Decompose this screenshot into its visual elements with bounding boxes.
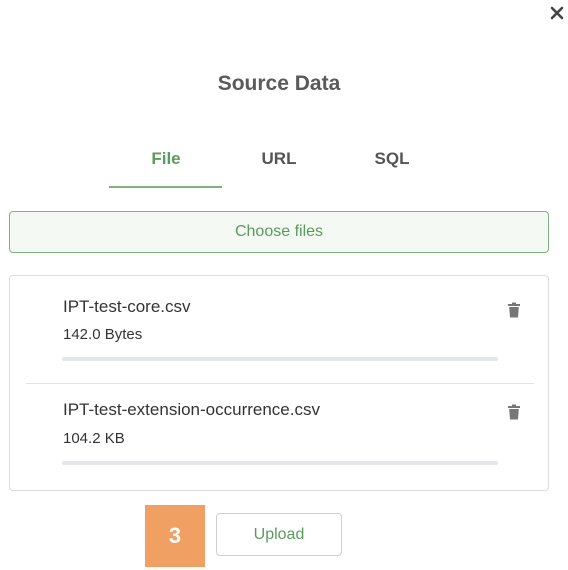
file-size: 104.2 KB <box>63 430 125 447</box>
trash-icon <box>508 302 520 318</box>
file-item: IPT-test-core.csv 142.0 Bytes <box>10 276 548 383</box>
source-tabs: File URL SQL <box>0 140 568 192</box>
file-name: IPT-test-core.csv <box>63 297 191 316</box>
trash-icon <box>508 404 520 420</box>
step-badge: 3 <box>145 505 205 567</box>
tab-sql[interactable]: SQL <box>336 140 448 190</box>
close-icon <box>550 6 564 20</box>
choose-files-button[interactable]: Choose files <box>9 211 549 253</box>
file-list: IPT-test-core.csv 142.0 Bytes IPT-test-e… <box>9 275 549 491</box>
source-data-dialog: Source Data File URL SQL Choose files IP… <box>0 0 568 570</box>
file-name: IPT-test-extension-occurrence.csv <box>63 400 320 419</box>
dialog-title: Source Data <box>217 72 341 95</box>
upload-progress-bar <box>62 461 498 465</box>
upload-progress-bar <box>62 357 498 361</box>
close-button[interactable] <box>548 4 566 22</box>
tab-file[interactable]: File <box>110 140 222 190</box>
active-tab-indicator <box>109 186 222 188</box>
upload-button[interactable]: Upload <box>216 513 342 556</box>
delete-file-button[interactable] <box>507 302 521 318</box>
delete-file-button[interactable] <box>507 404 521 420</box>
file-item: IPT-test-extension-occurrence.csv 104.2 … <box>10 384 548 491</box>
file-size: 142.0 Bytes <box>63 326 143 343</box>
tab-url[interactable]: URL <box>223 140 335 190</box>
